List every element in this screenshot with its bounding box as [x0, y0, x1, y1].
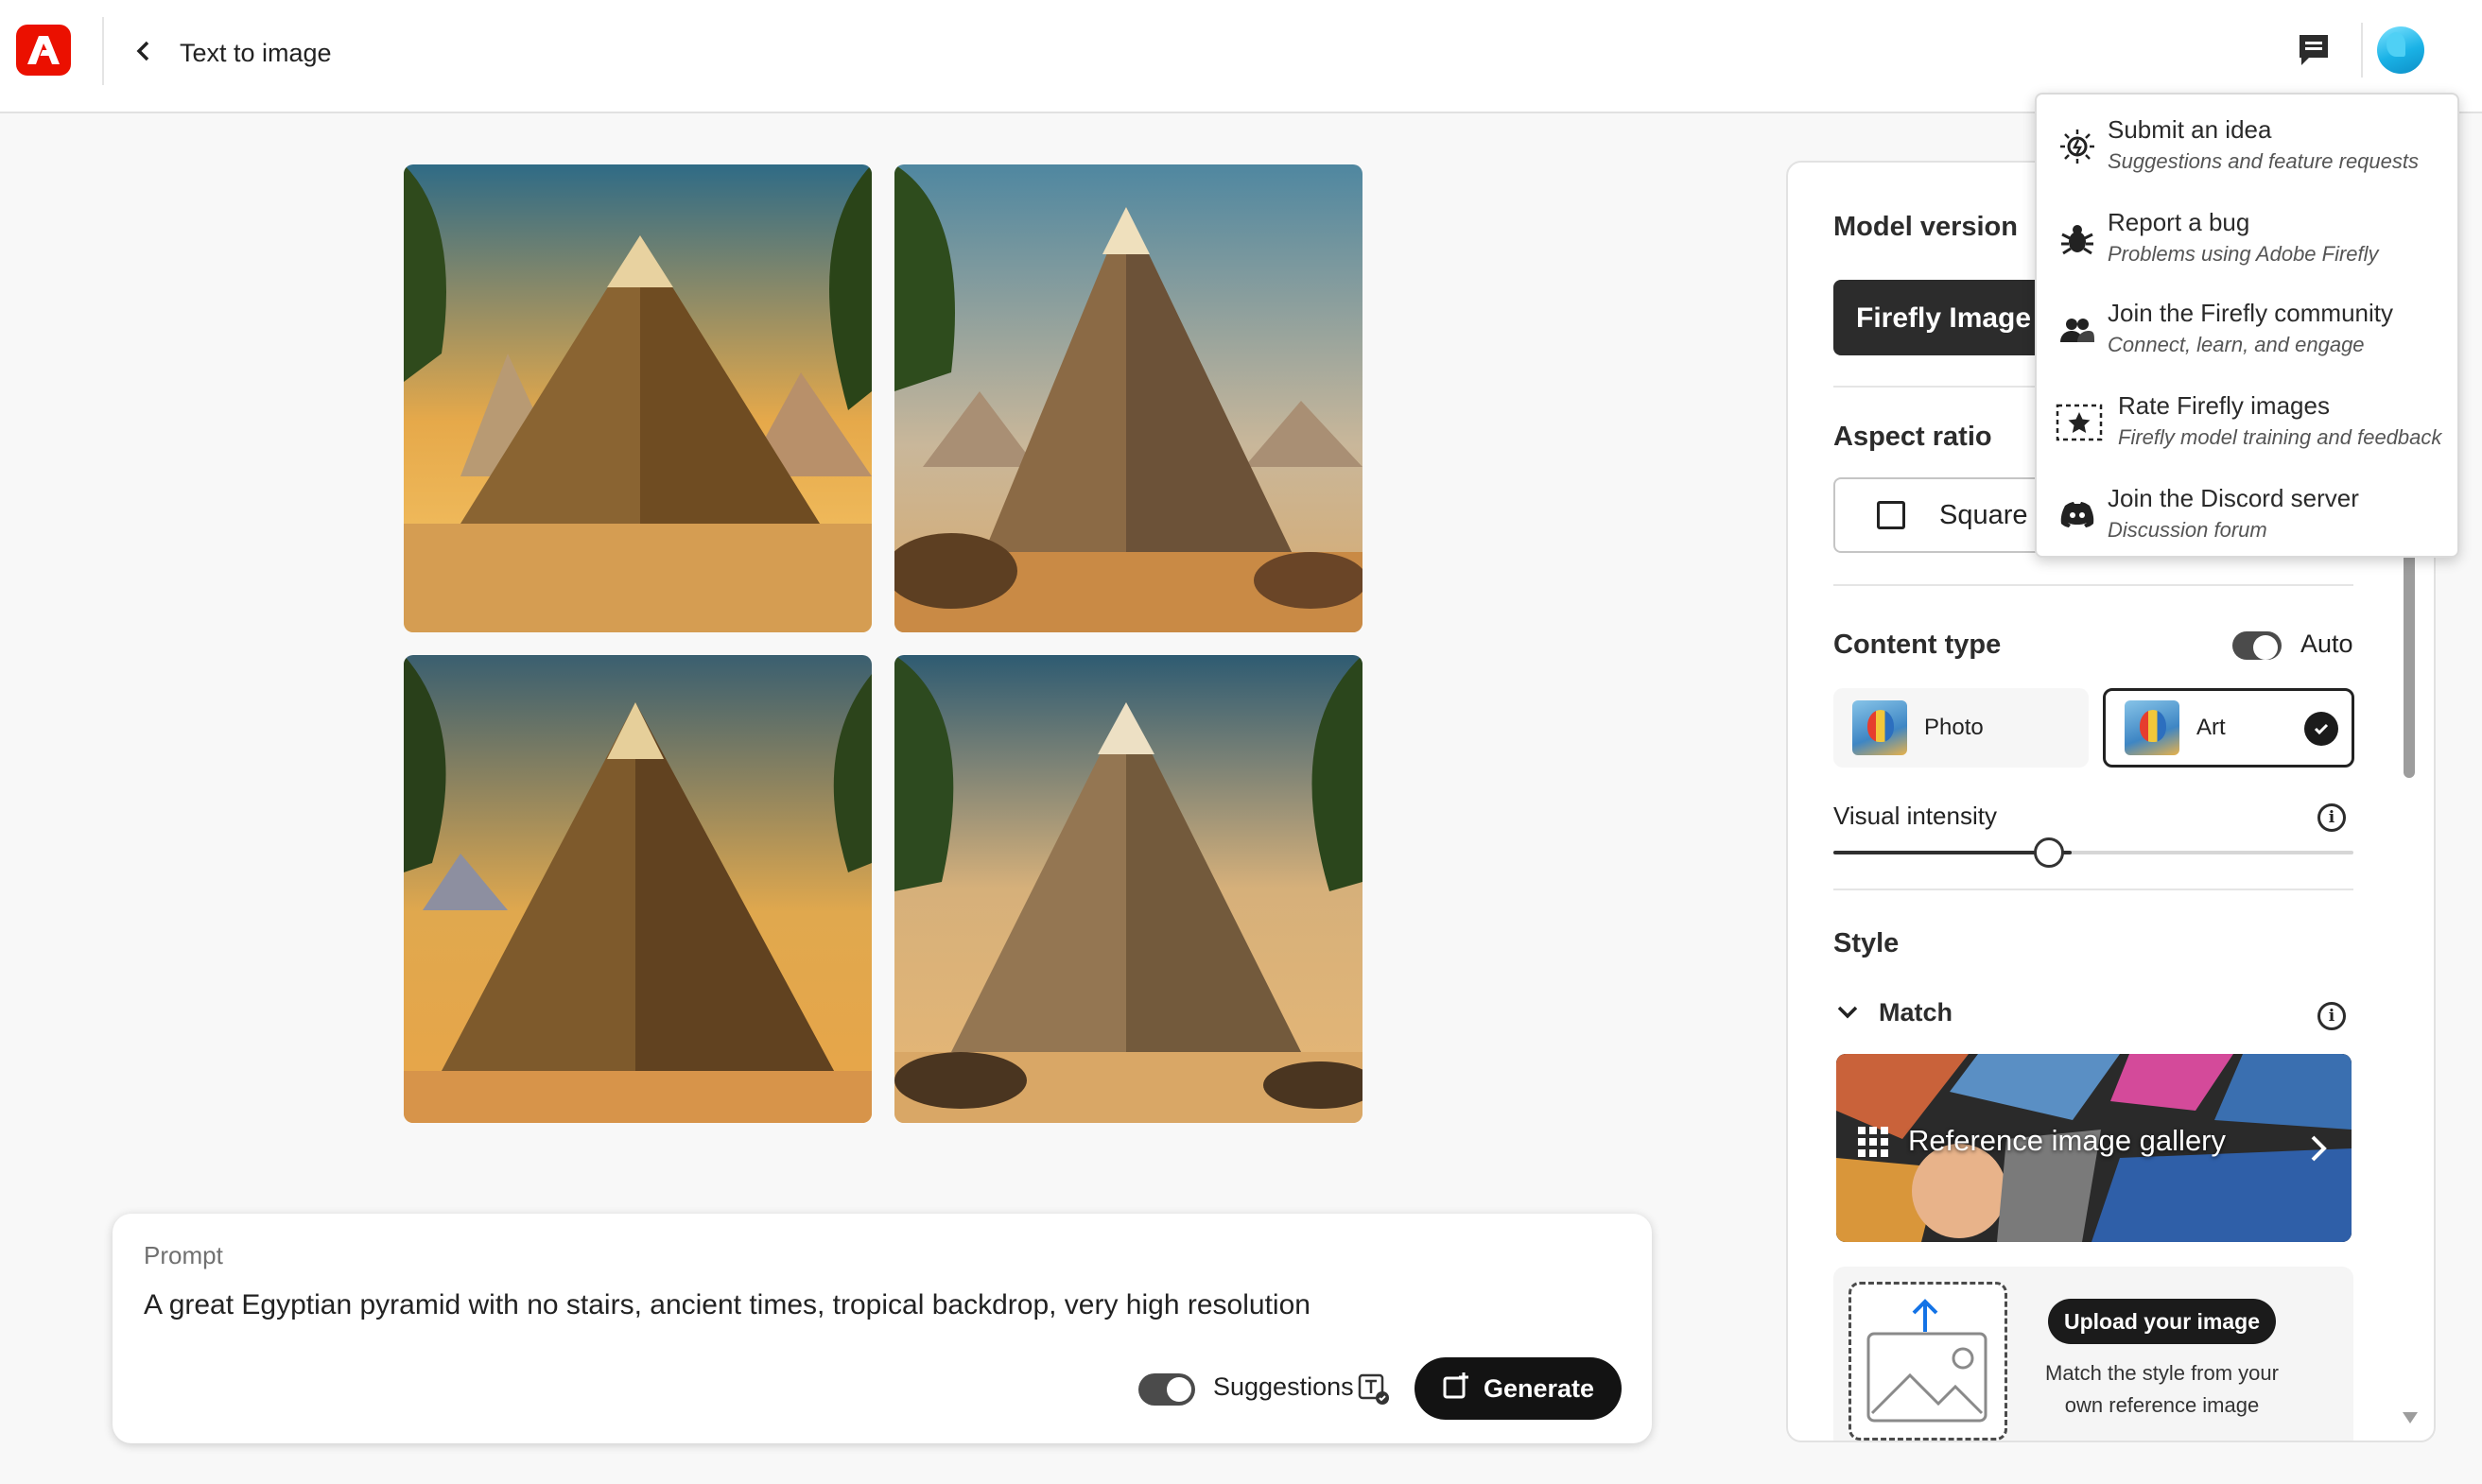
content-type-title: Content type	[1833, 630, 2002, 660]
content-type-photo[interactable]: Photo	[1833, 688, 2089, 768]
menu-item-subtitle: Discussion forum	[2108, 518, 2267, 542]
menu-item-subtitle: Suggestions and feature requests	[2108, 149, 2420, 173]
back-chevron-icon[interactable]	[129, 34, 157, 68]
discord-icon	[2059, 497, 2095, 533]
generate-button[interactable]: Generate	[1415, 1357, 1622, 1420]
menu-item-report-bug[interactable]: Report a bug Problems using Adobe Firefl…	[2037, 193, 2457, 284]
upload-image-button[interactable]: Upload your image	[2048, 1299, 2276, 1344]
community-icon	[2059, 312, 2095, 348]
menu-item-title: Submit an idea	[2108, 115, 2272, 144]
grid-icon	[1857, 1126, 1889, 1158]
bug-icon	[2059, 221, 2095, 257]
menu-item-submit-idea[interactable]: Submit an idea Suggestions and feature r…	[2037, 100, 2457, 191]
upload-desc-line: Match the style from your	[2045, 1361, 2279, 1385]
upload-desc-line: own reference image	[2064, 1393, 2260, 1417]
auto-label: Auto	[2300, 630, 2353, 658]
divider	[1833, 889, 2353, 890]
content-type-art[interactable]: Art	[2103, 688, 2354, 768]
star-rating-icon	[2056, 404, 2103, 441]
generate-sparkle-icon	[1442, 1372, 1470, 1406]
model-version-title: Model version	[1833, 212, 2018, 242]
generated-image-2[interactable]	[894, 164, 1362, 632]
header-divider	[2361, 23, 2363, 78]
upload-description: Match the style from your own reference …	[2034, 1357, 2290, 1422]
header-divider	[102, 17, 104, 85]
suggestions-label: Suggestions	[1213, 1372, 1354, 1401]
menu-item-discord[interactable]: Join the Discord server Discussion forum	[2037, 469, 2457, 560]
slider-handle[interactable]	[2034, 837, 2064, 868]
content-type-label: Art	[2196, 715, 2226, 740]
lightbulb-icon	[2059, 129, 2095, 164]
visual-intensity-label: Visual intensity	[1833, 802, 1997, 830]
art-thumbnail	[2125, 700, 2179, 755]
menu-item-rate-images[interactable]: Rate Firefly images Firefly model traini…	[2037, 376, 2457, 467]
divider	[1833, 584, 2353, 586]
text-suggestion-icon[interactable]	[1357, 1372, 1391, 1406]
suggestions-toggle[interactable]	[1138, 1373, 1195, 1406]
menu-item-title: Report a bug	[2108, 208, 2250, 236]
upload-reference-card: Upload your image Match the style from y…	[1833, 1267, 2353, 1441]
generated-image-1[interactable]	[404, 164, 872, 632]
content-type-label: Photo	[1924, 715, 1984, 740]
menu-item-title: Join the Firefly community	[2108, 299, 2393, 327]
prompt-label: Prompt	[144, 1241, 223, 1269]
aspect-ratio-title: Aspect ratio	[1833, 422, 1992, 452]
match-label[interactable]: Match	[1879, 998, 1953, 1027]
square-icon	[1877, 501, 1905, 529]
feedback-menu: Submit an idea Suggestions and feature r…	[2035, 93, 2459, 558]
menu-item-subtitle: Firefly model training and feedback	[2118, 425, 2442, 449]
menu-item-title: Join the Discord server	[2108, 484, 2359, 512]
chat-icon[interactable]	[2296, 32, 2332, 68]
menu-item-subtitle: Problems using Adobe Firefly	[2108, 242, 2379, 266]
page-title: Text to image	[180, 39, 332, 67]
aspect-ratio-value: Square	[1939, 499, 2028, 530]
prompt-input[interactable]: A great Egyptian pyramid with no stairs,…	[144, 1289, 1310, 1321]
gallery-label: Reference image gallery	[1908, 1124, 2227, 1157]
reference-image-gallery[interactable]: Reference image gallery	[1836, 1054, 2352, 1242]
chevron-right-icon	[2307, 1133, 2330, 1164]
upload-dropzone[interactable]	[1848, 1282, 2007, 1441]
chevron-down-icon[interactable]	[1835, 1000, 1860, 1025]
info-icon[interactable]: i	[2317, 1002, 2346, 1030]
scroll-down-arrow-icon[interactable]	[2403, 1412, 2418, 1424]
menu-item-subtitle: Connect, learn, and engage	[2108, 333, 2365, 356]
prompt-box[interactable]: Prompt A great Egyptian pyramid with no …	[113, 1214, 1652, 1443]
avatar[interactable]	[2377, 26, 2424, 74]
menu-item-title: Rate Firefly images	[2118, 391, 2330, 420]
adobe-logo-icon[interactable]	[16, 25, 71, 76]
generated-image-3[interactable]	[404, 655, 872, 1123]
generated-image-4[interactable]	[894, 655, 1362, 1123]
checkmark-icon	[2304, 712, 2338, 746]
style-title: Style	[1833, 928, 1900, 958]
info-icon[interactable]: i	[2317, 803, 2346, 832]
photo-thumbnail	[1852, 700, 1907, 755]
generate-label: Generate	[1483, 1373, 1595, 1403]
auto-toggle[interactable]	[2232, 631, 2282, 660]
menu-item-community[interactable]: Join the Firefly community Connect, lear…	[2037, 284, 2457, 374]
